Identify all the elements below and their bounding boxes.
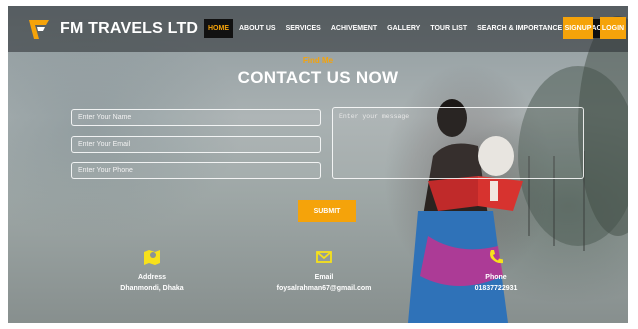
email-label: Email: [314, 274, 334, 281]
message-textarea[interactable]: Enter your message: [332, 107, 584, 179]
address-block: Address Dhanmondi, Dhaka: [92, 248, 212, 292]
email-block: Email foysalrahman67@gmail.com: [264, 248, 384, 292]
nav-item-achivement[interactable]: ACHIVEMENT: [327, 19, 381, 38]
address-label: Address: [137, 274, 166, 281]
phone-label: Phone: [485, 274, 507, 281]
login-button[interactable]: LOGIN: [600, 17, 626, 39]
nav-item-home[interactable]: HOME: [204, 19, 233, 38]
nav-item-services[interactable]: SERVICES: [282, 19, 325, 38]
signup-button[interactable]: SIGNUP: [563, 17, 593, 39]
envelope-icon: [316, 251, 332, 263]
phone-field[interactable]: Enter Your Phone: [71, 162, 321, 179]
submit-button[interactable]: SUBMIT: [298, 200, 356, 222]
nav-item-search-importance[interactable]: SEARCH & IMPORTANCE: [473, 19, 566, 38]
logo-mark-icon: [29, 20, 49, 39]
phone-icon: [490, 250, 503, 264]
name-field[interactable]: Enter Your Name: [71, 109, 321, 126]
phone-block: Phone 01837722931: [436, 248, 556, 292]
nav-item-gallery[interactable]: GALLERY: [383, 19, 424, 38]
page-frame: FM TRAVELS LTD HOME ABOUT US SERVICES AC…: [8, 6, 628, 323]
address-value: Dhanmondi, Dhaka: [120, 285, 184, 292]
main-menu: HOME ABOUT US SERVICES ACHIVEMENT GALLER…: [204, 19, 624, 38]
brand-name[interactable]: FM TRAVELS LTD: [60, 20, 198, 38]
map-icon: [144, 250, 160, 265]
email-field[interactable]: Enter Your Email: [71, 136, 321, 153]
nav-item-tour-list[interactable]: TOUR LIST: [426, 19, 471, 38]
email-value: foysalrahman67@gmail.com: [276, 285, 372, 292]
section-kicker: Find Me: [302, 56, 334, 65]
page-title: CONTACT US NOW: [237, 68, 399, 87]
phone-value: 01837722931: [474, 285, 518, 292]
nav-item-about[interactable]: ABOUT US: [235, 19, 280, 38]
top-navbar: FM TRAVELS LTD HOME ABOUT US SERVICES AC…: [8, 6, 628, 52]
